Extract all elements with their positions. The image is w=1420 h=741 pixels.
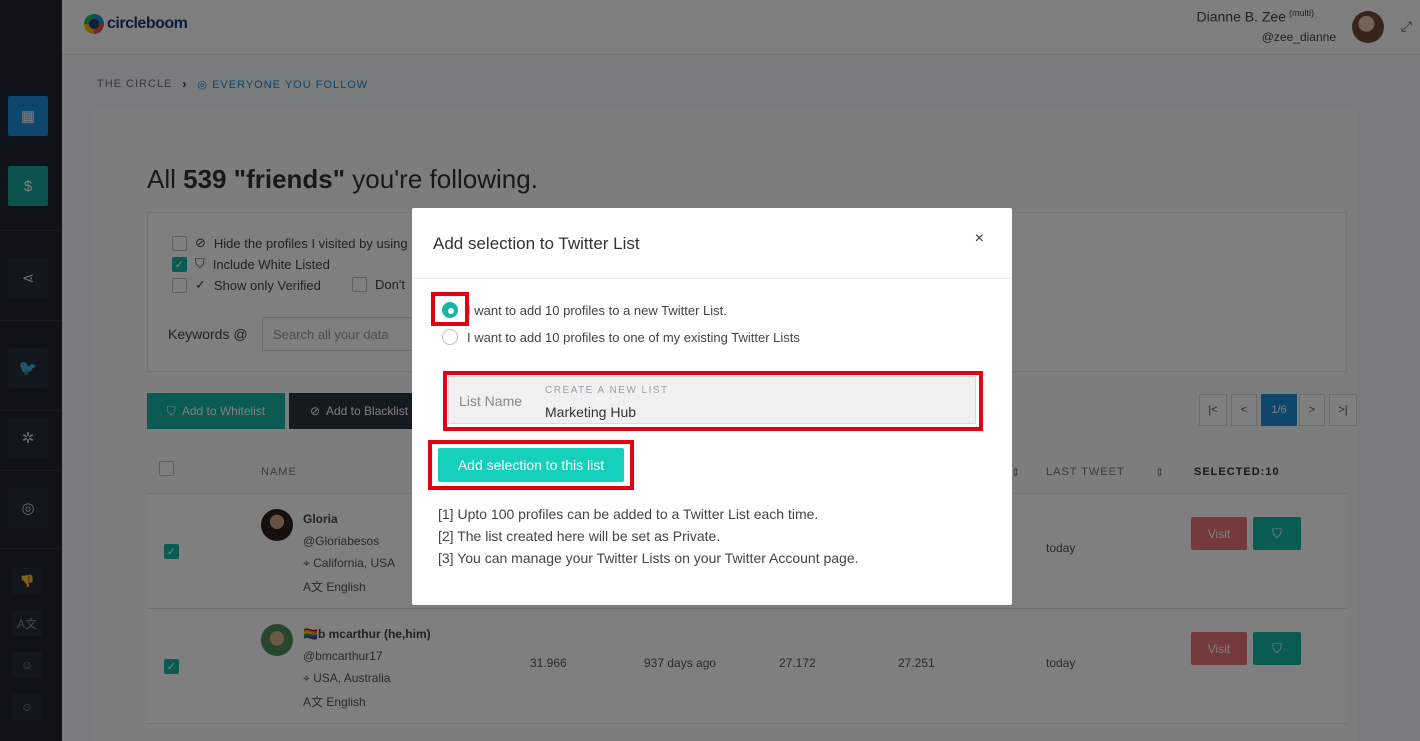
radio-existing-list[interactable] xyxy=(442,329,458,345)
note-2: [2] The list created here will be set as… xyxy=(438,528,721,544)
radio-new-list[interactable] xyxy=(442,302,458,318)
modal-header: Add selection to Twitter List × xyxy=(412,208,1012,279)
list-name-label: List Name xyxy=(459,393,523,409)
option-existing-list-label[interactable]: I want to add 10 profiles to one of my e… xyxy=(467,330,800,345)
option-new-list-label[interactable]: I want to add 10 profiles to a new Twitt… xyxy=(467,303,727,318)
create-new-list-label: CREATE A NEW LIST xyxy=(545,385,669,396)
add-to-list-modal: Add selection to Twitter List × I want t… xyxy=(412,208,1012,605)
add-selection-button[interactable]: Add selection to this list xyxy=(438,448,624,482)
list-name-field[interactable]: List Name CREATE A NEW LIST Marketing Hu… xyxy=(448,376,976,424)
list-name-input[interactable]: Marketing Hub xyxy=(545,404,636,420)
note-3: [3] You can manage your Twitter Lists on… xyxy=(438,550,859,566)
close-icon[interactable]: × xyxy=(975,230,984,248)
modal-title: Add selection to Twitter List xyxy=(433,234,640,253)
note-1: [1] Upto 100 profiles can be added to a … xyxy=(438,506,819,522)
